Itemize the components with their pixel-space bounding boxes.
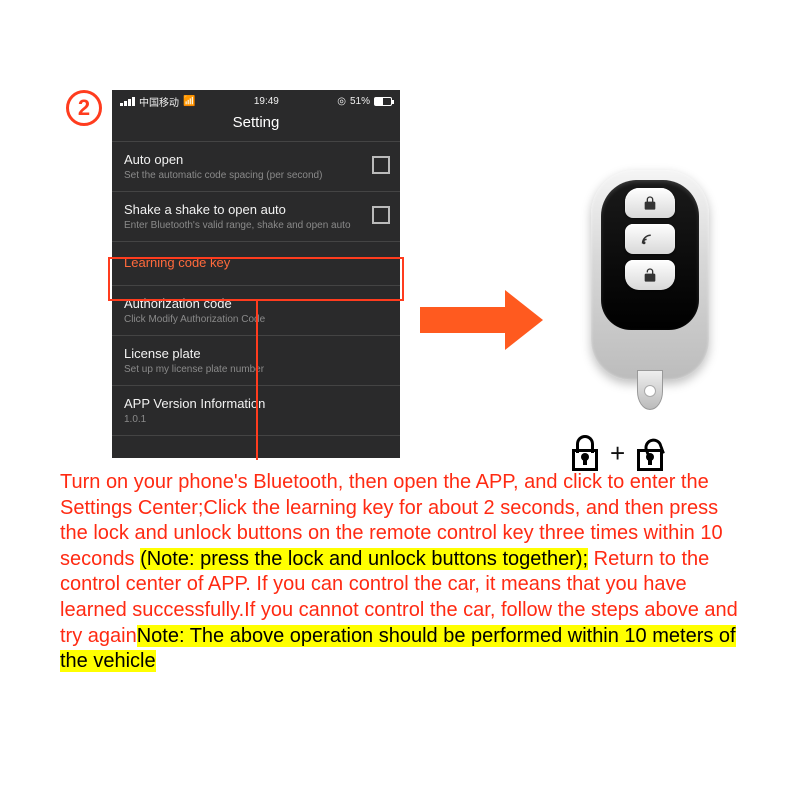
- lock-icon: [642, 195, 658, 211]
- menu-item-label: Auto open: [124, 152, 388, 167]
- clock: 19:49: [254, 96, 279, 107]
- status-bar: 中国移动 📶 19:49 ◎ 51%: [112, 90, 400, 112]
- instructions-text: Turn on your phone's Bluetooth, then ope…: [60, 470, 740, 675]
- battery-icon: [374, 97, 392, 106]
- menu-shake-open[interactable]: Shake a shake to open auto Enter Bluetoo…: [112, 191, 400, 241]
- menu-learning-code-key[interactable]: Learning code key: [112, 241, 400, 285]
- instructions-highlight-1: (Note: press the lock and unlock buttons…: [140, 548, 588, 570]
- carrier-label: 中国移动: [139, 94, 179, 109]
- menu-item-sub: Enter Bluetooth's valid range, shake and…: [124, 220, 388, 231]
- keyfob-image: [570, 170, 730, 470]
- wifi-icon: 📶: [183, 96, 195, 107]
- menu-item-sub: Set the automatic code spacing (per seco…: [124, 170, 388, 181]
- step-badge: 2: [66, 90, 102, 126]
- keyfob-lock-button: [625, 188, 675, 218]
- signal-waves-icon: [641, 232, 659, 246]
- plus-icon: +: [610, 438, 625, 469]
- checkbox[interactable]: [372, 156, 390, 174]
- guide-line: [256, 300, 258, 460]
- checkbox[interactable]: [372, 206, 390, 224]
- screen-title: Setting: [112, 112, 400, 141]
- lock-closed-icon: [570, 435, 600, 471]
- arrow-right-icon: [420, 290, 550, 350]
- keyfob-unlock-button: [625, 260, 675, 290]
- lock-plus-unlock: +: [570, 435, 665, 471]
- unlock-icon: [642, 267, 658, 283]
- signal-icon: [120, 97, 135, 106]
- battery-pct: 51%: [350, 96, 370, 107]
- keyfob-signal-button: [625, 224, 675, 254]
- menu-item-label: Learning code key: [124, 255, 388, 270]
- lock-open-icon: [635, 435, 665, 471]
- menu-auto-open[interactable]: Auto open Set the automatic code spacing…: [112, 141, 400, 191]
- menu-item-label: Shake a shake to open auto: [124, 202, 388, 217]
- instructions-highlight-2: Note: The above operation should be perf…: [60, 625, 736, 673]
- keyfob-blade: [637, 370, 663, 410]
- diagram-top: 2 中国移动 📶 19:49 ◎ 51% Setting Auto open S…: [70, 90, 730, 460]
